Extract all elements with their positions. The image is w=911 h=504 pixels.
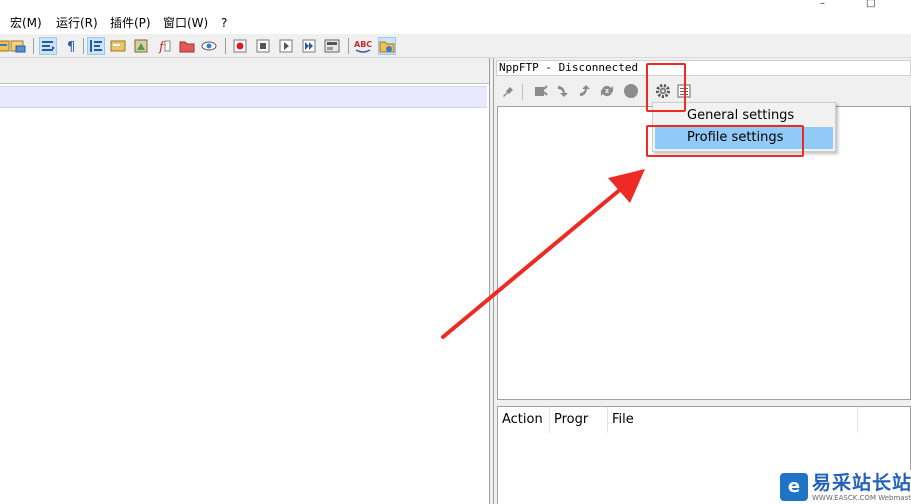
watermark-url: WWW.EASCK.COM Webmaster	[812, 494, 911, 502]
watermark-logo: e	[780, 473, 808, 501]
watermark-text: 易采站长站	[812, 472, 911, 494]
site-watermark: e 易采站长站 WWW.EASCK.COM Webmaster	[776, 470, 911, 504]
annotation-arrow	[441, 169, 645, 339]
